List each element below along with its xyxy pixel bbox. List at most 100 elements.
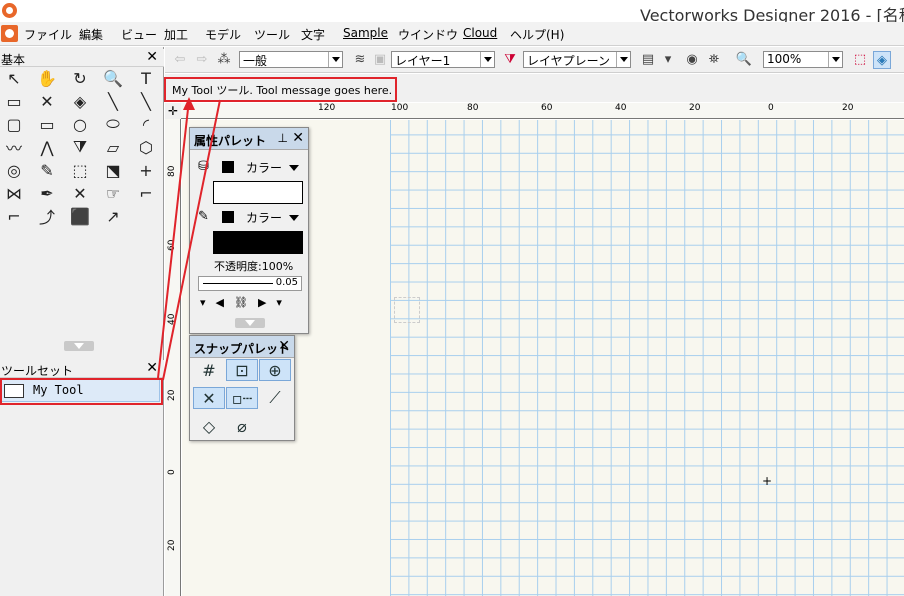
- snap-circle-button[interactable]: ⌀: [226, 415, 258, 437]
- render-icon[interactable]: ◉: [683, 51, 701, 69]
- fill-color-box[interactable]: [213, 181, 303, 204]
- pin-icon[interactable]: ⊥: [278, 131, 288, 145]
- tool-button[interactable]: ✕: [69, 183, 91, 203]
- tool-button[interactable]: 〰: [3, 137, 25, 158]
- tool-button[interactable]: ⋈: [3, 183, 25, 203]
- snap-palette: スナップパレット ✕ # ⊡ ⊕ ✕ ▫┄ ⟋ ◇ ⌀: [189, 335, 295, 441]
- tool-button[interactable]: ▱: [102, 137, 124, 157]
- chevron-down-icon: [480, 52, 494, 67]
- tool-button[interactable]: ✕: [36, 91, 58, 111]
- tool-button[interactable]: ▢: [3, 114, 25, 134]
- arrowhead-controls[interactable]: ▾◀⛓▶▾: [200, 296, 292, 309]
- menu-window[interactable]: ウインドウ: [398, 26, 458, 43]
- tool-button[interactable]: ⬛: [69, 206, 91, 226]
- document-icon[interactable]: [1, 25, 18, 42]
- pen-style-label[interactable]: カラー: [246, 209, 282, 226]
- fill-swatch[interactable]: [222, 161, 234, 173]
- snap-tangent-button[interactable]: ◇: [193, 415, 225, 437]
- menu-help[interactable]: ヘルプ(H): [510, 26, 564, 43]
- pen-color-box[interactable]: [213, 231, 303, 254]
- zoom-icon[interactable]: 🔍: [735, 51, 753, 69]
- menu-cloud[interactable]: Cloud: [463, 26, 497, 40]
- tool-button[interactable]: ✒: [36, 183, 58, 203]
- tool-button[interactable]: ⬭: [102, 114, 124, 134]
- basic-palette-header: 基本 ✕: [0, 49, 164, 67]
- tool-button[interactable]: ⋀: [36, 137, 58, 157]
- tool-button[interactable]: ✎: [36, 160, 58, 180]
- tool-button[interactable]: ↖: [3, 68, 25, 88]
- chevron-down-icon[interactable]: [289, 165, 299, 171]
- menu-sample[interactable]: Sample: [343, 26, 388, 40]
- layer-options-icon[interactable]: ▣: [371, 51, 389, 69]
- tool-button[interactable]: ⧩: [69, 137, 91, 157]
- page-icon[interactable]: ⬚: [851, 51, 869, 69]
- snap-angle-button[interactable]: ⊕: [259, 359, 291, 381]
- tool-button[interactable]: ⬔: [102, 160, 124, 180]
- menu-text[interactable]: 文字: [301, 26, 325, 43]
- opacity-label[interactable]: 不透明度:100%: [214, 258, 293, 274]
- back-arrow-icon[interactable]: ⇦: [171, 51, 189, 69]
- menu-view[interactable]: ビュー: [121, 26, 157, 43]
- close-icon[interactable]: ✕: [146, 49, 158, 65]
- tool-button[interactable]: 🔍: [102, 68, 124, 88]
- tool-button[interactable]: ⌐: [3, 206, 25, 226]
- title-bar: Vectorworks Designer 2016 - [名称未: [0, 0, 904, 25]
- snap-palette-title-bar[interactable]: スナップパレット ✕: [190, 336, 294, 358]
- menu-file[interactable]: ファイル: [24, 26, 72, 43]
- line-weight-field[interactable]: 0.05: [198, 276, 302, 291]
- menu-edit[interactable]: 編集: [79, 26, 103, 43]
- tool-button[interactable]: ╲: [135, 91, 157, 111]
- close-icon[interactable]: ✕: [278, 338, 290, 354]
- fill-style-label[interactable]: カラー: [246, 159, 282, 176]
- paint-bucket-icon: ⛁: [198, 159, 209, 174]
- tool-button[interactable]: T: [135, 68, 157, 88]
- tool-button[interactable]: ◈: [69, 91, 91, 111]
- layers-icon[interactable]: ≋: [351, 51, 369, 69]
- snap-grid-button[interactable]: #: [193, 359, 225, 381]
- tool-button[interactable]: ✋: [36, 68, 58, 88]
- tool-button[interactable]: ▭: [36, 114, 58, 134]
- view-icon[interactable]: ▤: [639, 51, 657, 69]
- menu-modify[interactable]: 加工: [164, 26, 188, 43]
- snap-smart-edge-button[interactable]: ⟋: [259, 387, 291, 409]
- snap-distance-button[interactable]: ▫┄: [226, 387, 258, 409]
- tool-button[interactable]: ⤴: [36, 206, 58, 227]
- tool-button[interactable]: ⬚: [69, 160, 91, 180]
- tool-button[interactable]: ◜: [135, 114, 157, 134]
- chevron-down-icon[interactable]: [289, 215, 299, 221]
- class-icon[interactable]: ⁂: [215, 51, 233, 69]
- ruler-origin-icon[interactable]: ✛: [165, 103, 181, 119]
- tool-button[interactable]: ↗: [102, 206, 124, 226]
- tool-button[interactable]: ╲: [102, 91, 124, 111]
- tool-button[interactable]: ⬡: [135, 137, 157, 157]
- view-dropdown-icon[interactable]: ▾: [659, 51, 677, 69]
- tool-button[interactable]: +: [135, 160, 157, 180]
- layer-select[interactable]: レイヤー1: [391, 51, 495, 68]
- tool-button[interactable]: ↻: [69, 68, 91, 88]
- tool-button[interactable]: ▭: [3, 91, 25, 111]
- snap-object-button[interactable]: ⊡: [226, 359, 258, 381]
- menu-tools[interactable]: ツール: [254, 26, 290, 43]
- tool-button[interactable]: ○: [69, 114, 91, 134]
- class-select-value: 一般: [243, 54, 268, 68]
- vertical-ruler: 80 60 40 20 0 20: [165, 119, 181, 596]
- tool-button[interactable]: ⌐: [135, 183, 157, 203]
- pen-swatch[interactable]: [222, 211, 234, 223]
- forward-arrow-icon[interactable]: ⇨: [193, 51, 211, 69]
- collapse-attributes-button[interactable]: [235, 318, 265, 328]
- plane-icon[interactable]: ⧩: [501, 51, 519, 69]
- close-icon[interactable]: ✕: [146, 360, 158, 376]
- tool-button[interactable]: ◎: [3, 160, 25, 180]
- attributes-palette-title-bar[interactable]: 属性パレット ⊥ ✕: [190, 128, 308, 150]
- grid-icon[interactable]: ◈: [873, 51, 891, 69]
- close-icon[interactable]: ✕: [292, 130, 304, 146]
- zoom-select[interactable]: 100%: [763, 51, 843, 68]
- tool-button[interactable]: ☞: [102, 183, 124, 203]
- plane-select[interactable]: レイヤプレーン: [523, 51, 631, 68]
- snap-intersection-button[interactable]: ✕: [193, 387, 225, 409]
- collapse-basic-button[interactable]: [64, 341, 94, 351]
- menu-model[interactable]: モデル: [205, 26, 241, 43]
- ruler-label: 60: [167, 239, 177, 251]
- fit-icon[interactable]: ⛯: [705, 51, 723, 69]
- class-select[interactable]: 一般: [239, 51, 343, 68]
